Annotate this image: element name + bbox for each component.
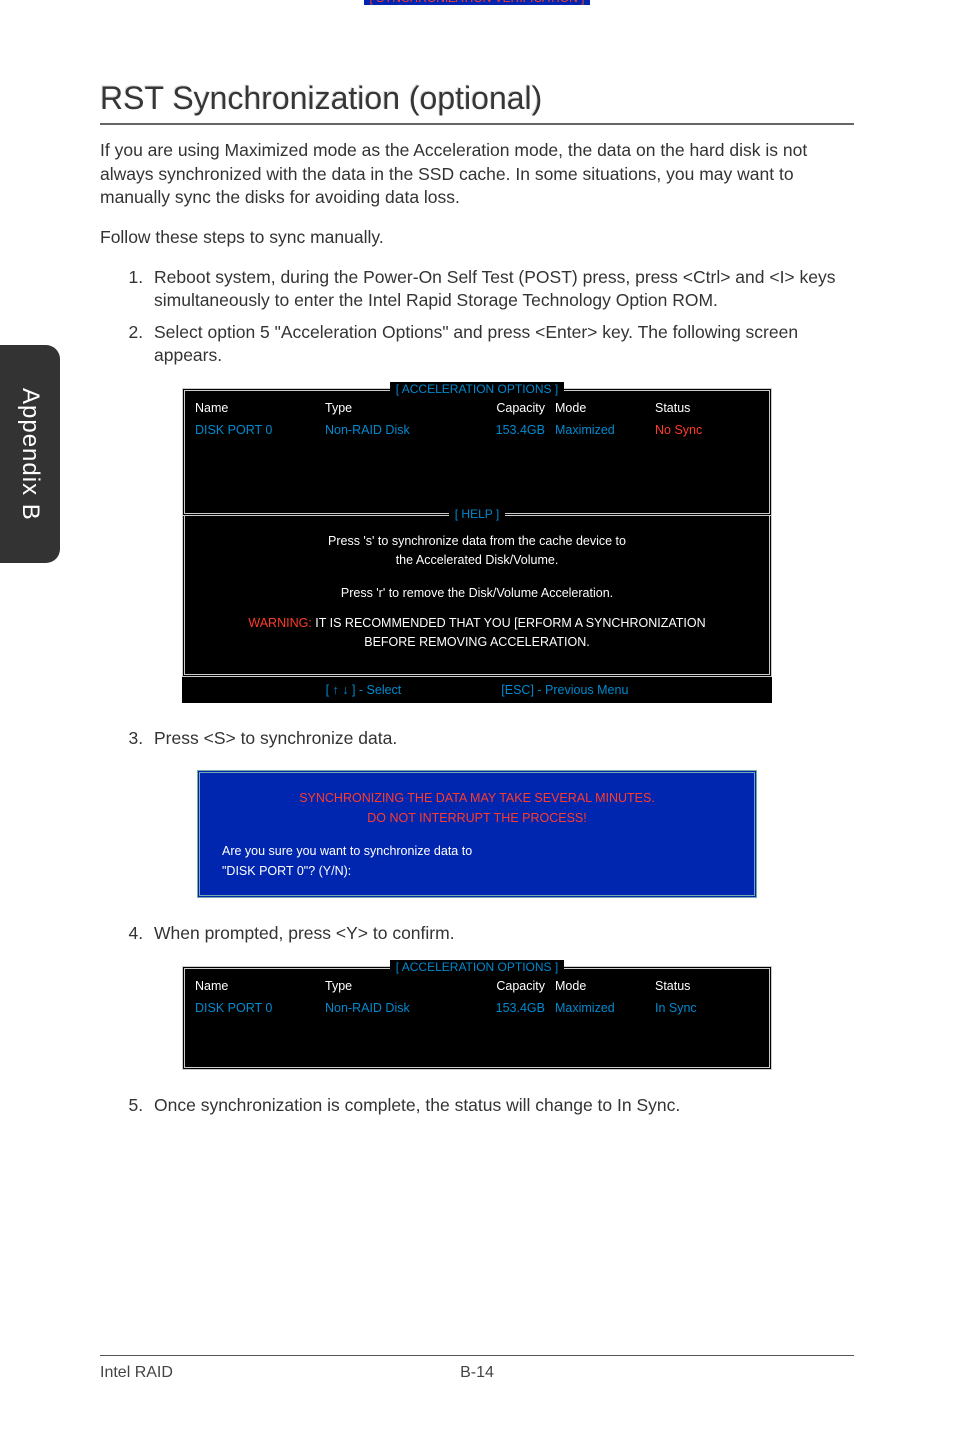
sync-verif-body: SYNCHRONIZING THE DATA MAY TAKE SEVERAL … bbox=[200, 773, 754, 895]
cell-type-2: Non-RAID Disk bbox=[325, 1001, 465, 1015]
col-status-2: Status bbox=[655, 979, 745, 993]
sync-prompt-1: Are you sure you want to synchronize dat… bbox=[222, 842, 732, 861]
steps-list-d: Once synchronization is complete, the st… bbox=[100, 1094, 854, 1118]
footer-left: Intel RAID bbox=[100, 1364, 173, 1382]
help-body: Press 's' to synchronize data from the c… bbox=[195, 518, 759, 664]
intro-paragraph: If you are using Maximized mode as the A… bbox=[100, 139, 854, 210]
cell-status-2: In Sync bbox=[655, 1001, 745, 1015]
col-type-2: Type bbox=[325, 979, 465, 993]
accel-options-after-frame: [ ACCELERATION OPTIONS ] Name Type Capac… bbox=[182, 966, 772, 1070]
step-1: Reboot system, during the Power-On Self … bbox=[148, 266, 854, 313]
key-select: [ ↑ ↓ ] - Select bbox=[326, 683, 402, 697]
accel-options-after-title: [ ACCELERATION OPTIONS ] bbox=[185, 960, 769, 974]
follow-steps-label: Follow these steps to sync manually. bbox=[100, 226, 854, 250]
col-mode-2: Mode bbox=[555, 979, 655, 993]
cell-status: No Sync bbox=[655, 423, 745, 437]
sync-prompt-2: "DISK PORT 0"? (Y/N): bbox=[222, 862, 732, 881]
col-name-2: Name bbox=[195, 979, 325, 993]
step-5: Once synchronization is complete, the st… bbox=[148, 1094, 854, 1118]
col-capacity-2: Capacity bbox=[465, 979, 555, 993]
help-line-2: the Accelerated Disk/Volume. bbox=[205, 551, 749, 570]
steps-list-a: Reboot system, during the Power-On Self … bbox=[100, 266, 854, 369]
sync-warn-1: SYNCHRONIZING THE DATA MAY TAKE SEVERAL … bbox=[222, 789, 732, 808]
bios-screen-sync-verification: [ SYNCHRONIZATION VERIFICATION ] SYNCHRO… bbox=[197, 770, 757, 898]
steps-list-b: Press <S> to synchronize data. bbox=[100, 727, 854, 751]
table-row-2: DISK PORT 0 Non-RAID Disk 153.4GB Maximi… bbox=[195, 993, 759, 1015]
step-3: Press <S> to synchronize data. bbox=[148, 727, 854, 751]
sync-verif-title: [ SYNCHRONIZATION VERIFICATION ] bbox=[0, 0, 954, 5]
accel-options-frame: [ ACCELERATION OPTIONS ] Name Type Capac… bbox=[182, 388, 772, 516]
warning-label: WARNING: bbox=[248, 616, 311, 630]
step-4: When prompted, press <Y> to confirm. bbox=[148, 922, 854, 946]
cell-capacity-2: 153.4GB bbox=[465, 1001, 555, 1015]
warning-line-2: BEFORE REMOVING ACCELERATION. bbox=[205, 633, 749, 652]
page-title: RST Synchronization (optional) bbox=[100, 80, 854, 125]
sync-warn-2: DO NOT INTERRUPT THE PROCESS! bbox=[222, 809, 732, 828]
help-frame: [ HELP ] Press 's' to synchronize data f… bbox=[182, 516, 772, 677]
step-2: Select option 5 "Acceleration Options" a… bbox=[148, 321, 854, 368]
table-header-row-2: Name Type Capacity Mode Status bbox=[195, 971, 759, 993]
cell-name: DISK PORT 0 bbox=[195, 423, 325, 437]
cell-mode-2: Maximized bbox=[555, 1001, 655, 1015]
cell-type: Non-RAID Disk bbox=[325, 423, 465, 437]
key-bar: [ ↑ ↓ ] - Select [ESC] - Previous Menu bbox=[182, 677, 772, 703]
col-name: Name bbox=[195, 401, 325, 415]
help-line-3: Press 'r' to remove the Disk/Volume Acce… bbox=[205, 584, 749, 603]
table-row: DISK PORT 0 Non-RAID Disk 153.4GB Maximi… bbox=[195, 415, 759, 437]
cell-mode: Maximized bbox=[555, 423, 655, 437]
col-mode: Mode bbox=[555, 401, 655, 415]
col-type: Type bbox=[325, 401, 465, 415]
side-tab-label: Appendix B bbox=[16, 388, 44, 521]
footer-page: B-14 bbox=[460, 1364, 494, 1382]
bios-screen-accel-options-after: [ ACCELERATION OPTIONS ] Name Type Capac… bbox=[182, 966, 772, 1070]
steps-list-c: When prompted, press <Y> to confirm. bbox=[100, 922, 854, 946]
col-capacity: Capacity bbox=[465, 401, 555, 415]
key-esc: [ESC] - Previous Menu bbox=[501, 683, 628, 697]
cell-name-2: DISK PORT 0 bbox=[195, 1001, 325, 1015]
table-header-row: Name Type Capacity Mode Status bbox=[195, 393, 759, 415]
help-title: [ HELP ] bbox=[185, 507, 769, 521]
page-content: RST Synchronization (optional) If you ar… bbox=[0, 0, 954, 1117]
help-line-1: Press 's' to synchronize data from the c… bbox=[205, 532, 749, 551]
side-tab: Appendix B bbox=[0, 345, 60, 563]
warning-line-1: WARNING: IT IS RECOMMENDED THAT YOU [ERF… bbox=[205, 614, 749, 633]
bios-screen-accel-options: [ ACCELERATION OPTIONS ] Name Type Capac… bbox=[182, 388, 772, 703]
accel-options-title: [ ACCELERATION OPTIONS ] bbox=[185, 382, 769, 396]
cell-capacity: 153.4GB bbox=[465, 423, 555, 437]
page-footer: Intel RAID B-14 bbox=[100, 1355, 854, 1382]
col-status: Status bbox=[655, 401, 745, 415]
